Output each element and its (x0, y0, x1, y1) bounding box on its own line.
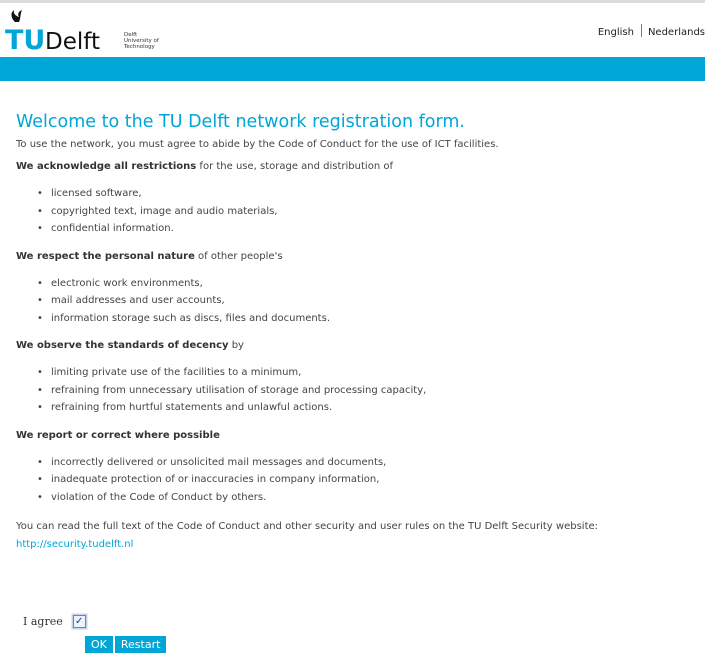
section-lead: We acknowledge all restrictions for the … (16, 160, 696, 174)
list-item: licensed software, (37, 185, 696, 203)
logo-mark: TU (5, 25, 45, 53)
section-lead-rest: for the use, storage and distribution of (196, 161, 393, 172)
bullet-list: incorrectly delivered or unsolicited mai… (16, 454, 696, 507)
list-item: information storage such as discs, files… (37, 310, 696, 328)
section-lead-rest: of other people's (194, 250, 283, 262)
section-lead-bold: We report or correct where possible (16, 429, 220, 441)
bullet-list: limiting private use of the facilities t… (16, 364, 696, 417)
section-lead: We observe the standards of decency by (16, 339, 696, 353)
list-item: electronic work environments, (37, 275, 696, 293)
language-separator (640, 24, 642, 37)
footer-text: You can read the full text of the Code o… (16, 518, 696, 553)
security-website-link[interactable]: http://security.tudelft.nl (16, 539, 133, 550)
list-item: refraining from hurtful statements and u… (37, 399, 696, 417)
section-lead-bold: We acknowledge all restrictions (16, 161, 197, 172)
agree-row: I agree ✓ (23, 613, 86, 629)
section-lead-bold: We respect the personal nature (16, 250, 195, 262)
form-buttons: OK Restart (85, 636, 168, 653)
list-item: limiting private use of the facilities t… (37, 364, 696, 382)
list-item: violation of the Code of Conduct by othe… (37, 489, 696, 507)
logo-tagline-3: Technology (123, 44, 156, 50)
agree-label: I agree (23, 614, 63, 628)
page-title: Welcome to the TU Delft network registra… (16, 112, 465, 132)
section-lead-rest: by (228, 340, 244, 351)
agree-checkbox[interactable]: ✓ (72, 614, 86, 628)
language-dutch-link[interactable]: Nederlands (648, 27, 705, 38)
list-item: mail addresses and user accounts, (37, 292, 696, 310)
footer-text-body: You can read the full text of the Code o… (16, 521, 599, 532)
header-color-band (0, 57, 705, 81)
site-header: TU Delft Delft University of Technology … (0, 3, 705, 57)
list-item: incorrectly delivered or unsolicited mai… (37, 454, 696, 472)
section-lead: We report or correct where possible (16, 429, 696, 443)
language-english-link[interactable]: English (598, 27, 634, 38)
intro-text: To use the network, you must agree to ab… (16, 139, 499, 150)
list-item: copyrighted text, image and audio materi… (37, 203, 696, 221)
tu-delft-logo[interactable]: TU Delft Delft University of Technology (5, 9, 175, 53)
logo-name: Delft (45, 29, 100, 53)
bullet-list: electronic work environments, mail addre… (16, 275, 696, 328)
ok-button[interactable]: OK (85, 636, 113, 653)
main-content: Welcome to the TU Delft network registra… (16, 110, 696, 553)
section-lead: We respect the personal nature of other … (16, 250, 696, 264)
restart-button[interactable]: Restart (114, 636, 167, 653)
bullet-list: licensed software, copyrighted text, ima… (16, 185, 696, 238)
list-item: confidential information. (37, 220, 696, 238)
flame-icon (11, 10, 22, 22)
checkmark-icon: ✓ (75, 615, 84, 627)
list-item: inadequate protection of or inaccuracies… (37, 471, 696, 489)
language-switcher: English Nederlands (598, 24, 705, 38)
list-item: refraining from unnecessary utilisation … (37, 382, 696, 400)
section-lead-bold: We observe the standards of decency (16, 340, 229, 351)
